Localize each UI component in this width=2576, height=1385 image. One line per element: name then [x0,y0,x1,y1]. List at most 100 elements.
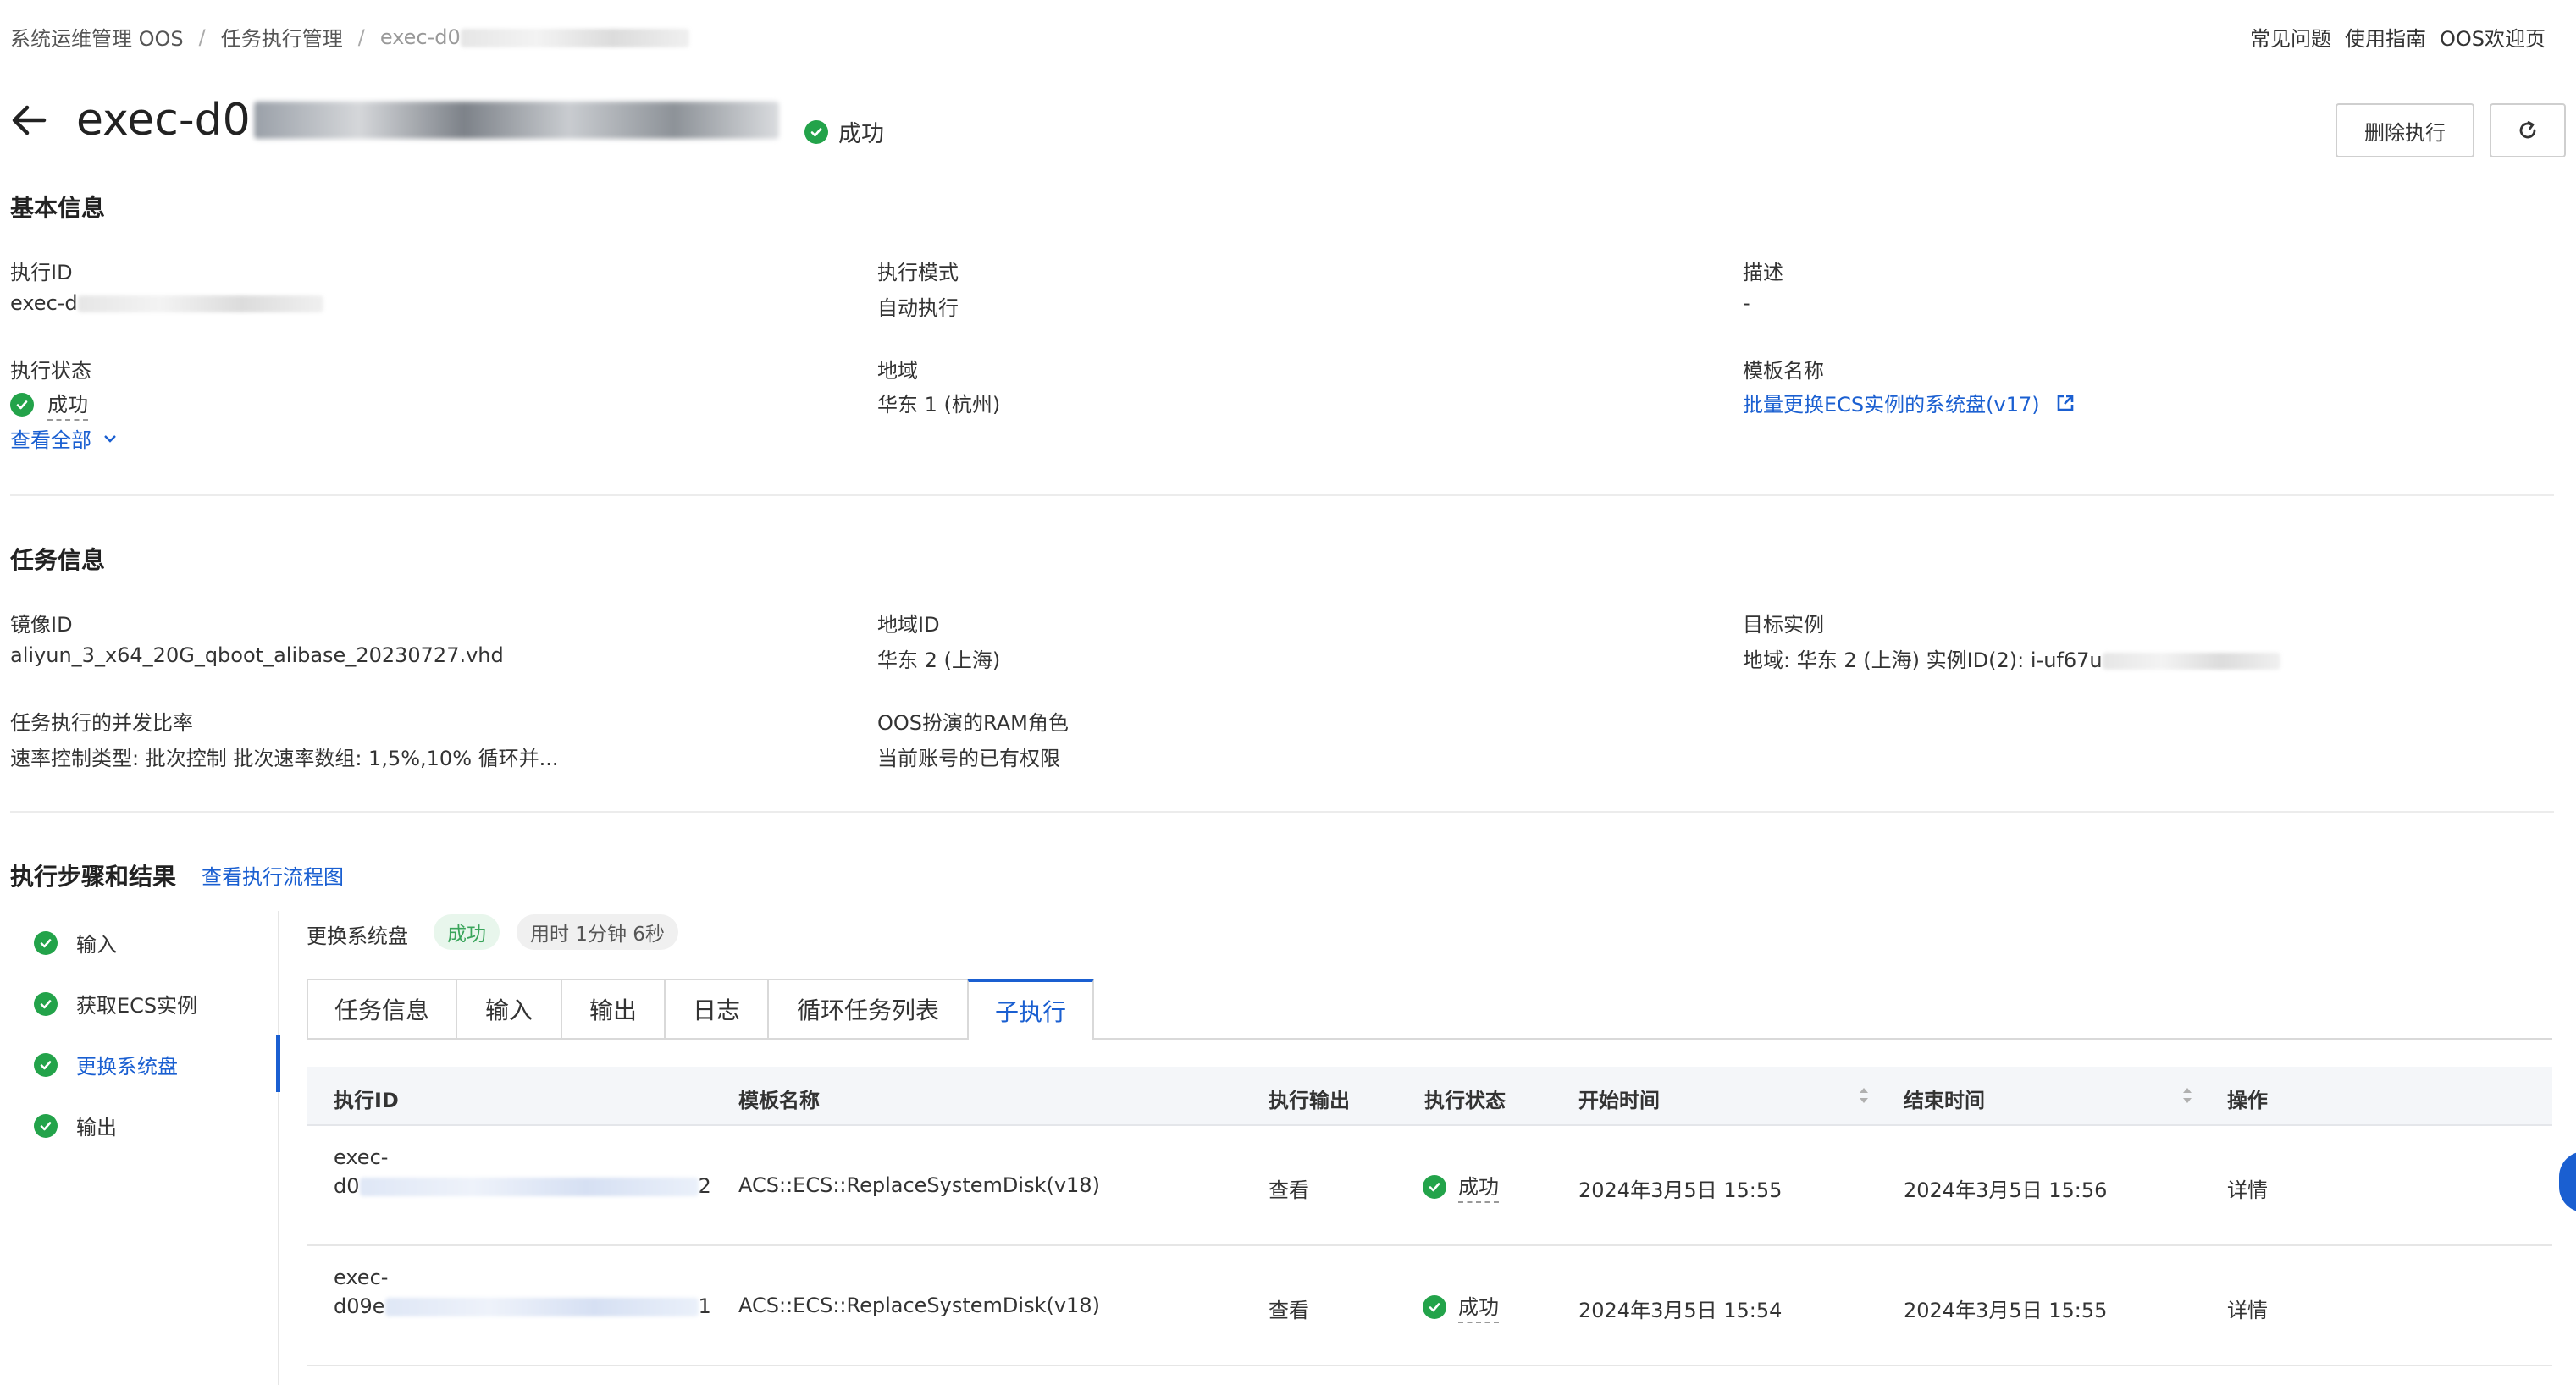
col-output: 执行输出 [1269,1089,1350,1112]
col-status: 执行状态 [1424,1089,1506,1112]
view-flow-chart-link[interactable]: 查看执行流程图 [202,860,344,890]
check-circle-icon [1423,1174,1446,1199]
external-link-icon[interactable] [2055,393,2076,413]
tab-loop-tasks[interactable]: 循环任务列表 [767,979,967,1040]
tabs: 任务信息 输入 输出 日志 循环任务列表 子执行 [307,979,1094,1040]
col-template: 模板名称 [738,1089,820,1112]
exec-id-line[interactable]: exec- [334,1263,711,1292]
current-step-name: 更换系统盘 [307,924,408,948]
concurrency-value: 速率控制类型: 批次控制 批次速率数组: 1,5%,10% 循环并... [10,747,559,770]
breadcrumb-item-task-management[interactable]: 任务执行管理 [221,22,343,52]
step-input[interactable]: 输入 [34,928,117,957]
target-instance-label: 目标实例 [1743,613,1824,637]
step-status-tag: 成功 [434,914,500,950]
exec-id-line[interactable]: exec- [334,1143,711,1172]
sort-icon[interactable] [1858,1084,1870,1107]
divider [10,811,2554,813]
active-step-indicator [276,1035,280,1092]
region-id-label: 地域ID [877,613,940,637]
breadcrumb-separator: / [198,25,206,49]
step-duration-tag: 用时 1分钟 6秒 [517,914,678,950]
end-time-cell: 2024年3月5日 15:56 [1904,1178,2108,1202]
row-status-text: 成功 [1458,1290,1499,1323]
tab-output[interactable]: 输出 [561,979,664,1040]
row-divider [307,1365,2552,1366]
desc-label: 描述 [1743,261,1783,284]
end-time-cell: 2024年3月5日 15:55 [1904,1299,2108,1322]
guide-link[interactable]: 使用指南 [2345,22,2426,52]
view-output-link[interactable]: 查看 [1269,1294,1309,1323]
mode-value: 自动执行 [877,296,959,320]
row-status: 成功 [1423,1290,1499,1323]
details-link[interactable]: 详情 [2227,1173,2268,1203]
page-title-text: exec-d0 [76,95,251,146]
exec-id-line[interactable]: d0 [334,1174,360,1198]
desc-value: - [1743,291,1750,315]
tab-task-info[interactable]: 任务信息 [307,979,456,1040]
region-label: 地域 [877,359,918,383]
chevron-down-icon[interactable] [102,430,119,447]
template-cell: ACS::ECS::ReplaceSystemDisk(v18) [738,1173,1100,1197]
step-replace-disk[interactable]: 更换系统盘 [34,1050,178,1079]
divider [10,494,2554,496]
breadcrumb-separator: / [357,25,365,49]
exec-id-value: exec-d [10,291,323,315]
top-links: 常见问题 使用指南 OOS欢迎页 [2250,22,2546,52]
refresh-icon [2519,121,2536,139]
image-id-label: 镜像ID [10,613,73,637]
view-all-link[interactable]: 查看全部 [10,423,119,453]
step-label: 获取ECS实例 [76,994,198,1018]
task-info-title: 任务信息 [10,546,106,574]
tab-sub-executions[interactable]: 子执行 [967,979,1094,1040]
check-circle-icon [34,991,58,1016]
exec-id-label: 执行ID [10,261,73,284]
basic-info-title: 基本信息 [10,194,106,222]
template-label: 模板名称 [1743,359,1824,383]
tab-input[interactable]: 输入 [456,979,561,1040]
delete-execution-button[interactable]: 删除执行 [2336,103,2474,157]
exec-id-line[interactable]: 2 [699,1174,711,1198]
col-start-time: 开始时间 [1578,1089,1660,1112]
exec-id-line[interactable]: d09e [334,1294,385,1318]
step-label: 输出 [76,1116,117,1139]
check-circle-icon [804,119,828,144]
region-value: 华东 1 (杭州) [877,393,1001,417]
step-get-ecs[interactable]: 获取ECS实例 [34,989,197,1018]
breadcrumb-item-oos[interactable]: 系统运维管理 OOS [10,22,184,52]
exec-id-link[interactable]: exec- d09e 1 [334,1263,711,1321]
template-link-text[interactable]: 批量更换ECS实例的系统盘(v17) [1743,388,2040,417]
view-output-link[interactable]: 查看 [1269,1173,1309,1203]
check-circle-icon [34,1052,58,1077]
page-title: exec-d0 [76,95,779,146]
step-label: 输入 [76,933,117,957]
tab-log[interactable]: 日志 [664,979,767,1040]
mode-label: 执行模式 [877,261,959,284]
redacted-id [253,102,779,139]
col-actions: 操作 [2227,1089,2268,1112]
template-link[interactable]: 批量更换ECS实例的系统盘(v17) [1743,388,2076,417]
row-status-text: 成功 [1458,1170,1499,1203]
floating-help-button[interactable] [2559,1151,2576,1212]
back-arrow-icon[interactable] [8,100,49,141]
view-all-text[interactable]: 查看全部 [10,423,91,453]
start-time-cell: 2024年3月5日 15:54 [1578,1299,1783,1322]
exec-status-text: 成功 [47,388,88,421]
status-badge: 成功 [804,115,884,148]
steps-divider [278,911,279,1385]
concurrency-label: 任务执行的并发比率 [10,711,193,735]
refresh-button[interactable] [2490,103,2566,157]
details-link[interactable]: 详情 [2227,1294,2268,1323]
start-time-cell: 2024年3月5日 15:55 [1578,1178,1783,1202]
image-id-value: aliyun_3_x64_20G_qboot_alibase_20230727.… [10,643,504,667]
sort-icon[interactable] [2181,1084,2193,1107]
faq-link[interactable]: 常见问题 [2250,22,2331,52]
row-status: 成功 [1423,1170,1499,1203]
col-exec-id: 执行ID [334,1089,399,1112]
welcome-link[interactable]: OOS欢迎页 [2440,22,2546,52]
step-output[interactable]: 输出 [34,1111,117,1140]
check-circle-icon [34,1113,58,1138]
col-end-time: 结束时间 [1904,1089,1985,1112]
exec-id-line[interactable]: 1 [699,1294,711,1318]
exec-id-link[interactable]: exec- d0 2 [334,1143,711,1200]
status-text: 成功 [838,121,884,147]
